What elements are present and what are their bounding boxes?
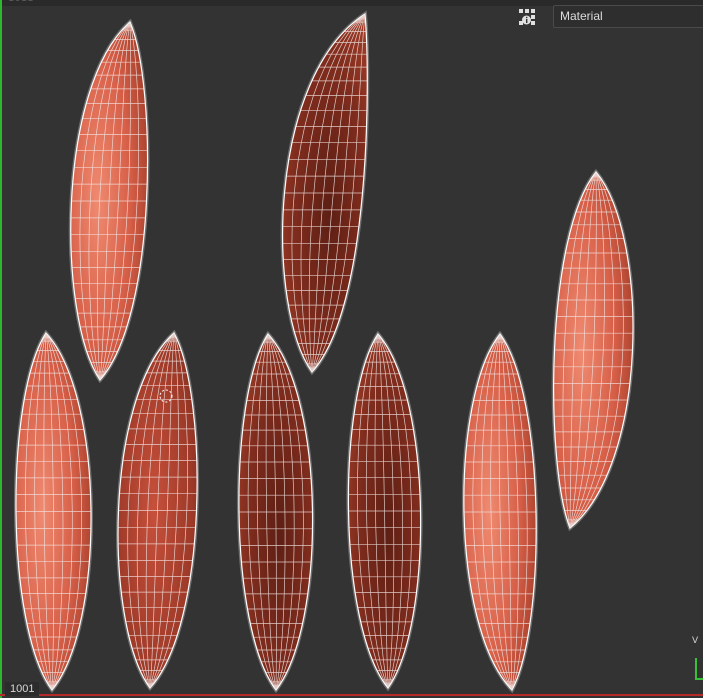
uv-shell-2[interactable] bbox=[280, 10, 370, 376]
uv-shell-canvas[interactable] bbox=[0, 0, 703, 698]
corner-axis-label: V bbox=[692, 636, 699, 646]
material-dropdown-value: Material bbox=[560, 9, 603, 23]
axis-gizmo-icon bbox=[695, 658, 703, 680]
uv-shell-7[interactable] bbox=[346, 330, 423, 692]
uv-shell-8[interactable] bbox=[461, 330, 539, 694]
uv-editor-viewport[interactable]: 1011 bbox=[0, 0, 703, 698]
uv-shell-6[interactable] bbox=[237, 330, 315, 694]
uv-tile-label: 1001 bbox=[5, 682, 40, 696]
viewport-left-border bbox=[0, 0, 2, 698]
uv-shell-3[interactable] bbox=[551, 168, 635, 532]
viewport-bottom-border bbox=[0, 694, 703, 696]
uv-shell-5[interactable] bbox=[116, 329, 200, 692]
material-dropdown[interactable]: Material bbox=[553, 5, 703, 28]
grid-view-icon[interactable] bbox=[517, 7, 537, 27]
uv-shell-4[interactable] bbox=[14, 329, 93, 694]
uv-shell-1[interactable] bbox=[68, 18, 150, 384]
